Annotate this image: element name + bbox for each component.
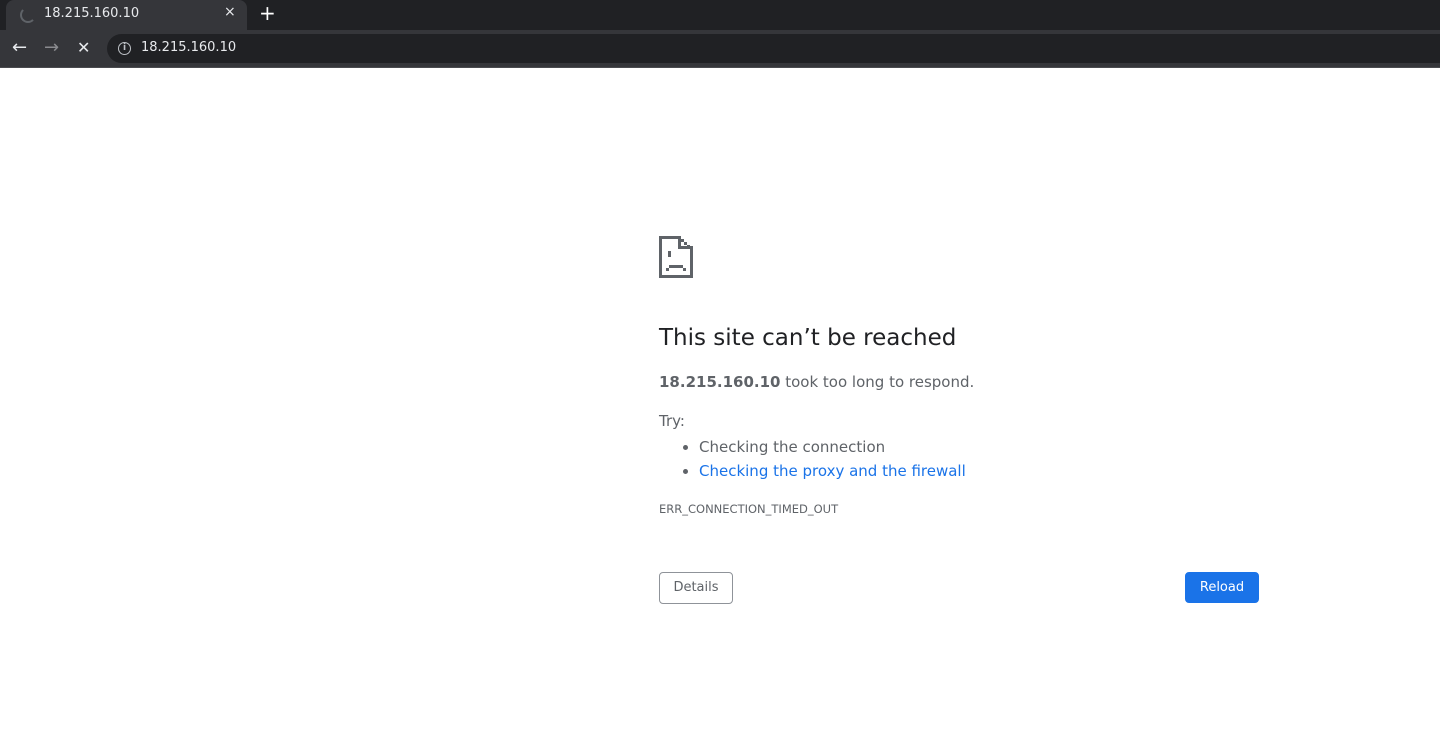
tab-close-icon[interactable]: × — [224, 4, 236, 20]
tab-strip: 18.215.160.10 × + — [0, 0, 1440, 30]
error-code: ERR_CONNECTION_TIMED_OUT — [659, 502, 839, 516]
stop-button[interactable]: ✕ — [77, 38, 90, 57]
error-message: 18.215.160.10 took too long to respond. — [659, 373, 974, 391]
new-tab-button[interactable]: + — [259, 1, 276, 25]
details-button[interactable]: Details — [659, 572, 733, 604]
toolbar: ← → ✕ i 18.215.160.10 — [0, 30, 1440, 68]
error-title: This site can’t be reached — [659, 325, 957, 351]
forward-button[interactable]: → — [44, 37, 59, 58]
reload-button[interactable]: Reload — [1185, 572, 1259, 603]
info-icon[interactable]: i — [118, 42, 131, 55]
sad-page-icon — [659, 236, 693, 278]
error-host: 18.215.160.10 — [659, 373, 781, 391]
address-text[interactable]: 18.215.160.10 — [141, 40, 236, 55]
address-bar[interactable]: i 18.215.160.10 — [107, 34, 1440, 63]
tab-active[interactable]: 18.215.160.10 × — [6, 0, 247, 30]
tab-title: 18.215.160.10 — [44, 6, 140, 21]
try-label: Try: — [659, 412, 685, 430]
suggestions-list: Checking the connection Checking the pro… — [699, 435, 966, 483]
suggestion-item: Checking the connection — [699, 435, 966, 459]
error-message-text: took too long to respond. — [780, 373, 975, 391]
proxy-firewall-link[interactable]: Checking the proxy and the firewall — [699, 462, 966, 480]
back-button[interactable]: ← — [12, 37, 27, 58]
suggestion-item: Checking the proxy and the firewall — [699, 459, 966, 483]
loading-spinner-icon — [20, 7, 36, 23]
